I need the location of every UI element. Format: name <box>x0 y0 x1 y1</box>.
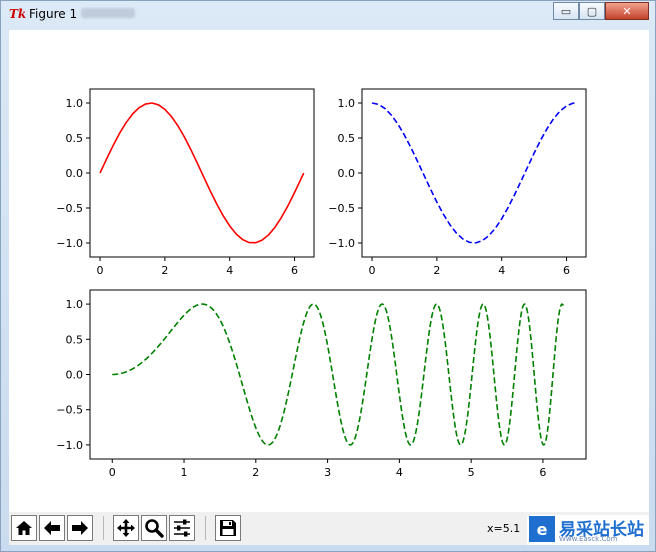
y-tick-label: 0.0 <box>338 167 356 180</box>
minimize-button[interactable]: ▭ <box>553 2 579 20</box>
y-tick-label: 0.0 <box>66 369 84 382</box>
save-button[interactable] <box>215 515 241 541</box>
y-tick-label: 0.5 <box>66 132 84 145</box>
x-tick-label: 3 <box>324 466 331 479</box>
watermark-logo-icon: e <box>529 516 555 542</box>
x-tick-label: 1 <box>181 466 188 479</box>
home-button[interactable] <box>11 515 37 541</box>
series-line-3 <box>112 303 564 446</box>
y-tick-label: 0.5 <box>338 132 356 145</box>
x-tick-label: 2 <box>161 264 168 277</box>
title-bar[interactable]: Tk Figure 1 ▭ ▢ ✕ <box>1 1 655 29</box>
y-tick-label: −0.5 <box>328 202 355 215</box>
configure-subplots-icon <box>174 519 190 537</box>
x-tick-label: 5 <box>468 466 475 479</box>
y-tick-label: 0.0 <box>66 167 84 180</box>
watermark: e 易采站长站 Www.Easck.Com <box>527 515 649 545</box>
zoom-button[interactable] <box>141 515 167 541</box>
y-tick-label: −0.5 <box>56 202 83 215</box>
series-line-2 <box>371 102 576 244</box>
toolbar-separator <box>103 516 104 540</box>
x-tick-label: 0 <box>369 264 376 277</box>
y-tick-label: 1.0 <box>338 97 356 110</box>
window-controls: ▭ ▢ ✕ <box>553 2 649 20</box>
x-tick-label: 6 <box>291 264 298 277</box>
zoom-icon <box>145 519 164 538</box>
close-button[interactable]: ✕ <box>605 2 649 20</box>
pan-icon <box>117 519 135 537</box>
cursor-coordinate-readout: x=5.1 <box>487 522 521 535</box>
y-tick-label: −1.0 <box>56 237 83 250</box>
x-tick-label: 0 <box>97 264 104 277</box>
x-tick-label: 4 <box>396 466 403 479</box>
pan-button[interactable] <box>113 515 139 541</box>
x-tick-label: 4 <box>498 264 505 277</box>
x-tick-label: 6 <box>563 264 570 277</box>
axes-frame-3 <box>89 289 587 460</box>
series-line-1 <box>99 102 305 244</box>
blurred-title-region <box>81 8 135 18</box>
x-tick-label: 4 <box>226 264 233 277</box>
navigation-toolbar: x=5.1 e 易采站长站 Www.Easck.Com <box>9 512 649 545</box>
save-icon <box>220 520 236 536</box>
configure-subplots-button[interactable] <box>169 515 195 541</box>
axes-frame-2 <box>361 88 587 258</box>
tk-logo-icon: Tk <box>9 7 27 21</box>
maximize-button[interactable]: ▢ <box>579 2 605 20</box>
forward-button[interactable] <box>67 515 93 541</box>
y-tick-label: 0.5 <box>66 333 84 346</box>
back-icon <box>44 521 60 535</box>
y-tick-label: 1.0 <box>66 97 84 110</box>
window-title: Figure 1 <box>29 7 78 21</box>
x-tick-label: 2 <box>252 466 259 479</box>
y-tick-label: −1.0 <box>328 237 355 250</box>
y-tick-label: 1.0 <box>66 298 84 311</box>
forward-icon <box>72 521 88 535</box>
y-tick-label: −1.0 <box>56 439 83 452</box>
x-tick-label: 2 <box>433 264 440 277</box>
toolbar-separator <box>205 516 206 540</box>
figure-plots[interactable]: 0 2 4 6 −1.0 −0.5 0.0 0.5 1.0 0 2 4 6 −1.0 −0.5 0.0 0.5 1… <box>9 30 649 512</box>
watermark-subtext: Www.Easck.Com <box>559 535 618 543</box>
back-button[interactable] <box>39 515 65 541</box>
home-icon <box>16 521 32 535</box>
x-tick-label: 0 <box>109 466 116 479</box>
x-tick-label: 6 <box>539 466 546 479</box>
figure-canvas[interactable]: 0 2 4 6 −1.0 −0.5 0.0 0.5 1.0 0 2 4 6 −1.0 −0.5 0.0 0.5 1… <box>9 30 649 512</box>
y-tick-label: −0.5 <box>56 404 83 417</box>
figure-window: Tk Figure 1 ▭ ▢ ✕ 0 2 4 6 −1.0 −0.5 0.0 0.5 1.0 0… <box>0 0 656 552</box>
